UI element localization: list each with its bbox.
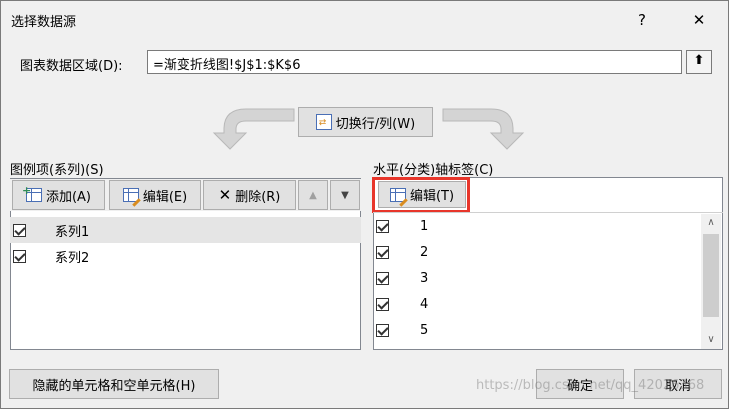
- category-label: 3: [420, 270, 429, 286]
- scroll-thumb[interactable]: [703, 234, 719, 317]
- category-checkbox[interactable]: [376, 271, 389, 285]
- series-checkbox[interactable]: [13, 223, 26, 237]
- dialog-title: 选择数据源: [11, 15, 77, 30]
- category-label: 1: [420, 218, 429, 234]
- category-row[interactable]: 2: [373, 239, 703, 265]
- scroll-up-icon[interactable]: ∧: [701, 214, 721, 231]
- category-row[interactable]: 4: [373, 291, 703, 317]
- move-down-button[interactable]: ▼: [330, 180, 360, 210]
- close-icon: ✕: [692, 11, 706, 29]
- close-button[interactable]: ✕: [687, 9, 711, 31]
- hidden-empty-cells-button[interactable]: 隐藏的单元格和空单元格(H): [9, 369, 219, 399]
- delete-series-button[interactable]: ✕ 删除(R): [203, 180, 296, 210]
- highlight-box: [372, 177, 470, 213]
- axis-labels-label: 水平(分类)轴标签(C): [373, 163, 494, 178]
- series-label: 系列1: [55, 224, 90, 240]
- watermark: https://blog.csdn.net/qq_42026368: [476, 378, 705, 393]
- triangle-down-icon: ▼: [341, 189, 349, 201]
- switch-button-label: 切换行/列(W): [335, 116, 416, 132]
- category-checkbox[interactable]: [376, 297, 389, 311]
- edit-series-label: 编辑(E): [142, 189, 188, 205]
- edit-table-icon: [122, 188, 141, 207]
- category-checkbox[interactable]: [376, 323, 389, 337]
- chart-data-range-label: 图表数据区域(D):: [20, 59, 123, 74]
- series-row[interactable]: 系列1: [10, 217, 361, 243]
- collapse-dialog-button[interactable]: ⬆: [686, 50, 712, 74]
- category-label: 5: [420, 322, 429, 338]
- category-scrollbar[interactable]: ∧ ∨: [701, 214, 721, 349]
- category-row[interactable]: 3: [373, 265, 703, 291]
- category-row[interactable]: 5: [373, 317, 703, 343]
- series-label: 系列2: [55, 250, 90, 266]
- category-label: 4: [420, 296, 429, 312]
- category-row[interactable]: 1: [373, 213, 703, 239]
- series-row[interactable]: 系列2: [10, 243, 361, 269]
- switch-row-column-button[interactable]: ⇄ 切换行/列(W): [298, 107, 433, 137]
- legend-entries-label: 图例项(系列)(S): [10, 163, 104, 178]
- left-curved-arrow-icon: [212, 108, 295, 150]
- legend-toolbar: + 添加(A) 编辑(E) ✕ 删除(R) ▲ ▼: [10, 179, 361, 211]
- category-checkbox[interactable]: [376, 245, 389, 259]
- triangle-up-icon: ▲: [309, 189, 317, 201]
- edit-series-button[interactable]: 编辑(E): [109, 180, 201, 210]
- move-up-button[interactable]: ▲: [298, 180, 328, 210]
- series-checkbox[interactable]: [13, 249, 26, 263]
- upload-arrow-icon: ⬆: [693, 53, 705, 68]
- series-list: 系列1 系列2: [10, 214, 361, 349]
- delete-x-icon: ✕: [218, 185, 232, 204]
- category-checkbox[interactable]: [376, 219, 389, 233]
- delete-series-label: 删除(R): [235, 189, 281, 205]
- chart-data-range-input[interactable]: =渐变折线图!$J$1:$K$6: [147, 50, 682, 74]
- add-series-button[interactable]: + 添加(A): [12, 180, 105, 210]
- category-label: 2: [420, 244, 429, 260]
- help-button[interactable]: ?: [630, 9, 654, 31]
- category-list: 1 2 3 4 5: [373, 213, 723, 350]
- switch-icon: ⇄: [315, 114, 332, 130]
- add-series-label: 添加(A): [45, 189, 92, 205]
- scroll-down-icon[interactable]: ∨: [701, 331, 721, 348]
- add-table-icon: +: [22, 184, 42, 202]
- right-curved-arrow-icon: [442, 108, 525, 150]
- select-data-source-dialog: 选择数据源 ? ✕ 图表数据区域(D): =渐变折线图!$J$1:$K$6 ⬆ …: [0, 0, 729, 409]
